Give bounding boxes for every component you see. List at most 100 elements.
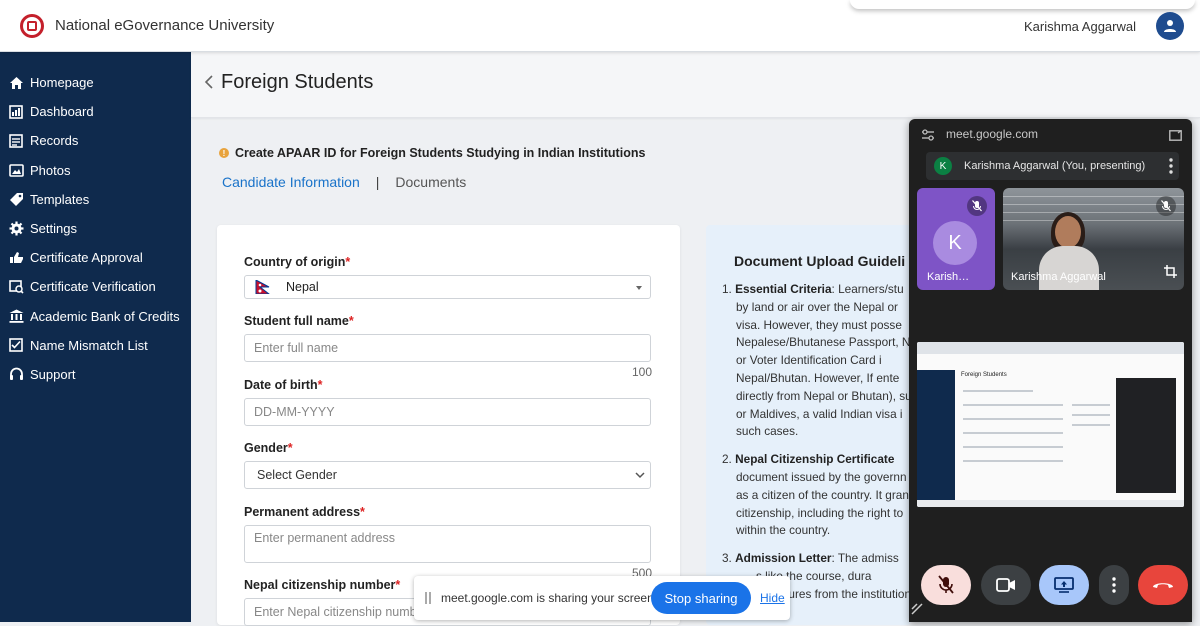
meet-controls (921, 565, 1188, 607)
sidebar-item-label: Dashboard (30, 104, 94, 120)
nepal-flag-icon (254, 279, 274, 295)
list-icon (8, 337, 24, 353)
participant-video-tile[interactable]: Karishma Aggarwal (1003, 188, 1184, 290)
sidebar-item-settings[interactable]: Settings (0, 214, 191, 243)
dashboard-icon (8, 104, 24, 120)
browser-popup-edge (850, 0, 1195, 9)
sidebar-item-name-mismatch-list[interactable]: Name Mismatch List (0, 331, 191, 360)
camera-icon (996, 578, 1015, 592)
participant-avatar: K (933, 221, 977, 265)
tab-bar: Candidate Information | Documents (222, 174, 466, 190)
stop-sharing-button[interactable]: Stop sharing (651, 582, 751, 614)
guideline-item-1: 1. Essential Criteria: Learners/stu by l… (722, 282, 911, 439)
meet-url: meet.google.com (946, 127, 1039, 141)
photos-icon (8, 162, 24, 178)
gear-icon (8, 221, 24, 237)
sidebar-item-templates[interactable]: Templates (0, 185, 191, 214)
user-icon (1164, 20, 1176, 32)
guidelines-text: 1. Essential Criteria: Learners/stu by l… (722, 281, 911, 614)
resize-handle-icon[interactable] (911, 602, 923, 620)
mic-off-icon (1156, 196, 1176, 216)
presenter-avatar: K (934, 157, 952, 175)
site-settings-icon[interactable] (921, 128, 935, 146)
info-banner: ! Create APAAR ID for Foreign Students S… (219, 146, 645, 160)
back-chevron-icon[interactable] (199, 72, 219, 92)
address-placeholder: Enter permanent address (254, 531, 396, 545)
presenting-banner[interactable]: K Karishma Aggarwal (You, presenting) (926, 152, 1179, 180)
guideline-item-2: 2. Nepal Citizenship Certificate documen… (722, 452, 909, 538)
address-textarea[interactable]: Enter permanent address (244, 525, 651, 563)
certificate-icon (8, 250, 24, 266)
participant-tile-self[interactable]: K Karish… (917, 188, 995, 290)
chevron-down-icon (635, 472, 645, 479)
sidebar: Homepage Dashboard Records Photos Templa… (0, 52, 191, 622)
sidebar-item-homepage[interactable]: Homepage (0, 68, 191, 97)
full-name-counter: 100 (631, 365, 652, 379)
crop-icon[interactable] (1164, 265, 1177, 283)
back-to-tab-icon[interactable] (1169, 128, 1182, 146)
avatar[interactable] (1156, 12, 1184, 40)
hide-link[interactable]: Hide (760, 591, 785, 605)
candidate-form: Country of origin* Nepal Student full na… (217, 225, 680, 626)
bank-icon (8, 308, 24, 324)
gender-select[interactable]: Select Gender (244, 461, 651, 489)
sidebar-item-label: Name Mismatch List (30, 337, 148, 353)
mini-page-title: Foreign Students (961, 372, 1007, 378)
more-options-button[interactable] (1099, 565, 1129, 605)
sidebar-item-label: Homepage (30, 75, 94, 91)
sidebar-item-label: Templates (30, 191, 90, 207)
tab-candidate-information[interactable]: Candidate Information (222, 174, 360, 190)
records-icon (8, 133, 24, 149)
sidebar-item-label: Photos (30, 162, 71, 178)
page-header: Foreign Students (191, 52, 1200, 118)
app-title: National eGovernance University (55, 17, 275, 34)
present-screen-button[interactable] (1039, 565, 1089, 605)
mic-toggle-button[interactable] (921, 565, 971, 605)
sidebar-item-photos[interactable]: Photos (0, 156, 191, 185)
sidebar-item-label: Certificate Verification (30, 279, 156, 295)
sidebar-item-support[interactable]: Support (0, 360, 191, 389)
sidebar-item-certificate-approval[interactable]: Certificate Approval (0, 243, 191, 272)
sidebar-item-label: Academic Bank of Credits (30, 308, 180, 324)
dob-placeholder: DD-MM-YYYY (254, 405, 335, 419)
share-message: meet.google.com is sharing your screen. (441, 591, 658, 605)
citizenship-label: Nepal citizenship number* (244, 578, 401, 592)
camera-toggle-button[interactable] (981, 565, 1031, 605)
dropdown-caret-icon (636, 286, 642, 290)
sidebar-item-certificate-verification[interactable]: Certificate Verification (0, 272, 191, 301)
sidebar-item-label: Settings (30, 221, 77, 237)
present-icon (1054, 577, 1074, 593)
meet-pip-window: meet.google.com K Karishma Aggarwal (You… (909, 119, 1192, 622)
drag-handle[interactable] (425, 592, 431, 604)
citizenship-placeholder: Enter Nepal citizenship numbe (254, 605, 424, 619)
country-value: Nepal (286, 280, 319, 294)
shared-screen-preview[interactable]: Foreign Students (917, 342, 1184, 507)
page-title: Foreign Students (221, 71, 374, 93)
sidebar-item-label: Support (30, 366, 76, 382)
sidebar-item-academic-bank-of-credits[interactable]: Academic Bank of Credits (0, 302, 191, 331)
full-name-placeholder: Enter full name (254, 341, 339, 355)
info-icon: ! (219, 148, 229, 158)
leave-call-button[interactable] (1138, 565, 1188, 605)
verification-icon (8, 279, 24, 295)
full-name-label: Student full name* (244, 314, 354, 328)
country-label: Country of origin* (244, 255, 351, 269)
user-name[interactable]: Karishma Aggarwal (1024, 19, 1136, 34)
more-vert-icon (1112, 577, 1116, 593)
mic-off-icon (967, 196, 987, 216)
guidelines-title: Document Upload Guideli (734, 253, 906, 269)
screen-share-bar: meet.google.com is sharing your screen. … (414, 576, 790, 620)
top-header: National eGovernance University Karishma… (0, 0, 1200, 52)
sidebar-item-records[interactable]: Records (0, 126, 191, 155)
tab-documents[interactable]: Documents (395, 174, 466, 190)
sidebar-item-label: Records (30, 133, 79, 149)
participant-name: Karish… (927, 271, 970, 283)
sidebar-item-dashboard[interactable]: Dashboard (0, 97, 191, 126)
full-name-input[interactable]: Enter full name (244, 334, 651, 362)
country-select[interactable]: Nepal (244, 275, 651, 299)
university-logo[interactable] (20, 14, 44, 38)
dob-input[interactable]: DD-MM-YYYY (244, 398, 651, 426)
mic-off-icon (938, 575, 954, 594)
more-options-icon[interactable] (1169, 158, 1173, 174)
address-label: Permanent address* (244, 505, 365, 519)
